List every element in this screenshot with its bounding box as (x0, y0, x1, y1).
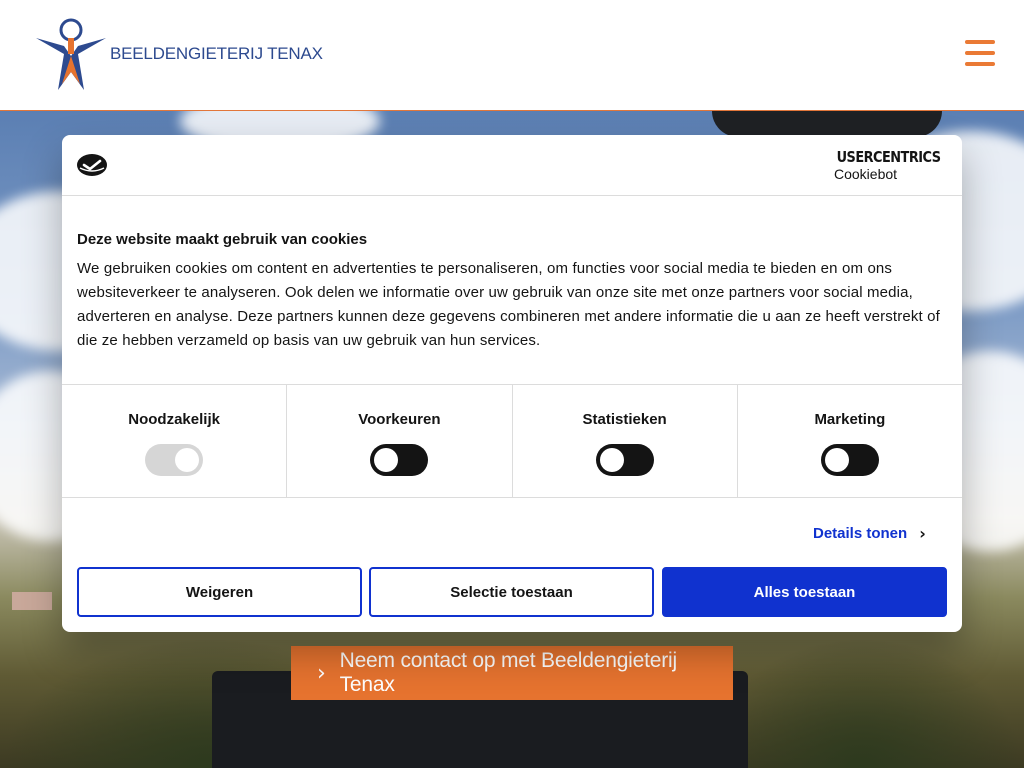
brand-name[interactable]: BEELDENGIETERIJ TENAX (110, 44, 323, 64)
usercentrics-brand[interactable]: USERCENTRICS Cookiebot (834, 148, 948, 182)
preferences-toggle[interactable] (370, 444, 429, 476)
show-details-link[interactable]: Details tonen › (813, 524, 926, 543)
hamburger-icon[interactable] (965, 40, 995, 66)
site-header: BEELDENGIETERIJ TENAX (0, 0, 1024, 111)
contact-cta-label: Neem contact op met Beeldengieterij Tena… (339, 649, 678, 696)
contact-cta-button[interactable]: › Neem contact op met Beeldengieterij Te… (291, 646, 733, 700)
tenax-logo-icon[interactable] (34, 16, 108, 92)
chevron-right-icon: › (919, 524, 926, 543)
cookiebot-logo-icon (77, 154, 107, 176)
dialog-header: USERCENTRICS Cookiebot (62, 135, 962, 196)
category-label: Noodzakelijk (128, 411, 220, 428)
consent-categories: Noodzakelijk Voorkeuren Statistieken Mar… (62, 384, 962, 498)
category-marketing: Marketing (738, 385, 962, 497)
statistics-toggle[interactable] (595, 444, 654, 476)
usercentrics-label: USERCENTRICS (836, 148, 941, 166)
category-statistics: Statistieken (513, 385, 738, 497)
cookie-consent-dialog: USERCENTRICS Cookiebot Deze website maak… (62, 135, 962, 632)
cookiebot-label: Cookiebot (834, 166, 898, 182)
show-details-label: Details tonen (813, 525, 908, 542)
reject-button[interactable]: Weigeren (77, 567, 362, 617)
statue-silhouette (712, 111, 942, 137)
allow-selection-button[interactable]: Selectie toestaan (369, 567, 654, 617)
dialog-body-text: We gebruiken cookies om content en adver… (77, 260, 940, 349)
category-label: Statistieken (582, 411, 667, 428)
category-necessary: Noodzakelijk (62, 385, 288, 497)
marketing-toggle[interactable] (820, 444, 879, 476)
dialog-title: Deze website maakt gebruik van cookies (77, 231, 368, 248)
category-label: Voorkeuren (358, 411, 441, 428)
category-label: Marketing (814, 411, 886, 428)
necessary-toggle (145, 444, 204, 476)
allow-all-button[interactable]: Alles toestaan (662, 567, 947, 617)
category-preferences: Voorkeuren (287, 385, 513, 497)
chevron-right-icon: › (317, 660, 326, 686)
distant-building (12, 592, 52, 610)
